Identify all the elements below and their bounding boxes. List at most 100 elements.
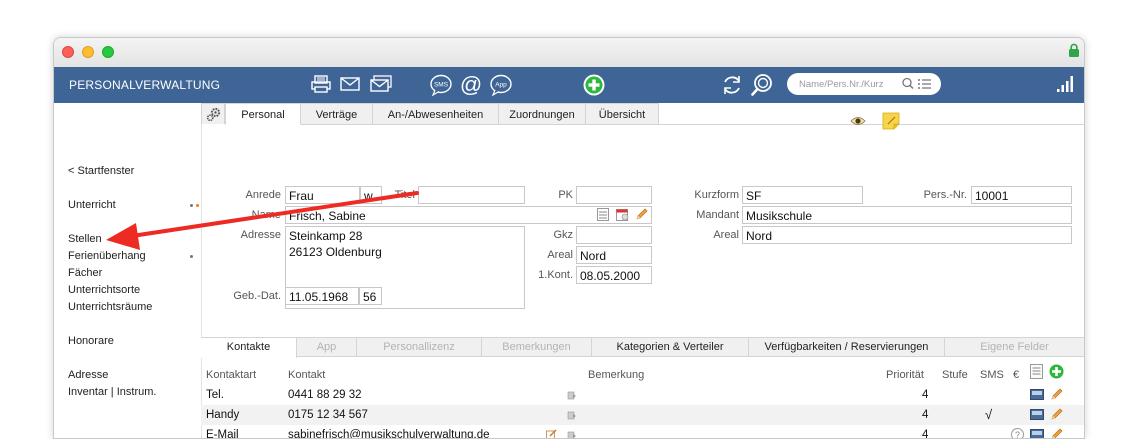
pencil-icon[interactable]	[1050, 427, 1064, 439]
add-contact-icon[interactable]	[1049, 364, 1064, 379]
kontakt-cell: 0175 12 34 567	[288, 409, 368, 421]
sidebar: < Startfenster Unterricht Stellen Ferien…	[54, 103, 202, 439]
sidebar-item-inventar[interactable]: Inventar | Instrum.	[68, 386, 156, 398]
table-row[interactable]: Tel. 0441 88 29 32 4	[201, 385, 1084, 405]
kontakt-datum-label: 1.Kont.	[526, 269, 573, 281]
sidebar-item-stellen[interactable]: Stellen	[68, 233, 102, 245]
list-icon	[918, 79, 931, 89]
list-icon[interactable]	[1030, 364, 1043, 379]
sms-icon[interactable]: SMS	[429, 73, 453, 97]
gear-icon[interactable]	[206, 107, 221, 122]
geburtsdatum-field[interactable]: 11.05.1968	[285, 287, 359, 305]
geschlecht-field[interactable]: w	[360, 186, 382, 204]
kurzform-field[interactable]: SF	[742, 186, 863, 204]
magnifier-icon[interactable]	[750, 73, 774, 97]
sidebar-item-unterricht[interactable]: Unterricht	[68, 199, 116, 211]
add-icon[interactable]	[582, 73, 606, 97]
card-icon[interactable]	[1030, 409, 1044, 420]
main-toolbar: PERSONALVERWALTUNG SMS @ App	[54, 67, 1084, 103]
kontakt-cell: 0441 88 29 32	[288, 389, 362, 401]
tab-zuordnungen[interactable]: Zuordnungen	[499, 103, 586, 125]
at-icon[interactable]: @	[459, 73, 483, 97]
anrede-field[interactable]: Frau	[285, 186, 360, 204]
title-bar	[54, 38, 1084, 68]
copy-icon[interactable]	[567, 390, 577, 400]
app-icon[interactable]: App	[489, 73, 513, 97]
sidebar-dot	[190, 204, 193, 207]
pk-field[interactable]	[576, 186, 652, 204]
list-icon[interactable]	[597, 208, 609, 221]
search-icon[interactable]	[901, 76, 935, 92]
card-icon[interactable]	[1030, 389, 1044, 400]
main-panel: Personal Verträge An-/Abwesenheiten Zuor…	[201, 103, 1084, 439]
minimize-window-button[interactable]	[82, 46, 94, 58]
alter-field[interactable]: 56	[359, 287, 382, 305]
copy-icon[interactable]	[567, 430, 577, 439]
sidebar-item-ferienueberhang[interactable]: Ferienüberhang	[68, 250, 146, 262]
settings-tab[interactable]	[201, 103, 225, 124]
kontaktart-cell: E-Mail	[206, 429, 239, 439]
areal-field[interactable]: Nord	[576, 246, 652, 264]
col-bemerkung: Bemerkung	[588, 369, 644, 381]
app-title: PERSONALVERWALTUNG	[69, 78, 220, 92]
svg-text:@: @	[460, 73, 482, 97]
eye-icon[interactable]	[850, 115, 866, 127]
sidebar-item-honorare[interactable]: Honorare	[68, 335, 114, 347]
sidebar-item-startfenster[interactable]: < Startfenster	[68, 165, 134, 177]
kontakt-datum-field[interactable]: 08.05.2000	[576, 266, 652, 284]
areal2-field[interactable]: Nord	[742, 226, 1072, 244]
sidebar-item-unterrichtsraeume[interactable]: Unterrichtsräume	[68, 301, 152, 313]
close-window-button[interactable]	[62, 46, 74, 58]
tab-vertraege[interactable]: Verträge	[301, 103, 373, 125]
sidebar-item-unterrichtsorte[interactable]: Unterrichtsorte	[68, 284, 140, 296]
kurzform-label: Kurzform	[681, 189, 739, 201]
sidebar-item-adresse[interactable]: Adresse	[68, 369, 108, 381]
sidebar-item-faecher[interactable]: Fächer	[68, 267, 102, 279]
tab-uebersicht[interactable]: Übersicht	[586, 103, 659, 125]
envelope-icon[interactable]	[339, 73, 361, 95]
persnr-field[interactable]: 10001	[971, 186, 1072, 204]
tab-personallizenz[interactable]: Personallizenz	[357, 338, 482, 357]
pencil-icon[interactable]	[1050, 387, 1064, 401]
name-label: Name	[231, 209, 281, 221]
svg-text:App: App	[495, 82, 507, 89]
tab-eigene-felder[interactable]: Eigene Felder	[945, 338, 1084, 357]
col-stufe: Stufe	[942, 369, 968, 381]
sidebar-dot	[190, 255, 193, 258]
refresh-icon[interactable]	[720, 73, 744, 97]
sticky-note-icon[interactable]	[882, 112, 900, 130]
search-input[interactable]	[799, 76, 899, 92]
help-icon[interactable]: ?	[1011, 428, 1024, 439]
calendar-icon[interactable]	[616, 208, 629, 221]
table-row[interactable]: Handy 0175 12 34 567 4 √	[201, 405, 1084, 425]
svg-text:?: ?	[1015, 430, 1020, 439]
titel-label: Titel	[387, 189, 415, 201]
pencil-icon[interactable]	[1050, 407, 1064, 421]
col-euro: €	[1013, 369, 1019, 381]
tab-kontakte[interactable]: Kontakte	[201, 338, 297, 358]
table-row[interactable]: E-Mail sabinefrisch@musikschulverwaltung…	[201, 425, 1084, 439]
persnr-label: Pers.-Nr.	[901, 189, 967, 201]
mandant-field[interactable]: Musikschule	[742, 206, 1072, 224]
tab-kategorien[interactable]: Kategorien & Verteiler	[592, 338, 749, 357]
gkz-field[interactable]	[576, 226, 652, 244]
search-box[interactable]	[787, 73, 941, 95]
titel-field[interactable]	[418, 186, 525, 204]
kontaktart-cell: Handy	[206, 409, 239, 421]
copy-icon[interactable]	[567, 410, 577, 420]
mandant-label: Mandant	[681, 209, 739, 221]
tab-abwesenheiten[interactable]: An-/Abwesenheiten	[373, 103, 499, 125]
tab-personal[interactable]: Personal	[225, 103, 301, 125]
zoom-window-button[interactable]	[102, 46, 114, 58]
envelopes-icon[interactable]	[369, 73, 393, 95]
tab-app[interactable]: App	[297, 338, 357, 357]
tab-bemerkungen[interactable]: Bemerkungen	[482, 338, 592, 357]
printer-icon[interactable]	[310, 73, 332, 95]
compose-mail-icon[interactable]	[546, 429, 557, 439]
card-icon[interactable]	[1030, 429, 1044, 439]
sms-check-cell[interactable]: √	[985, 407, 992, 422]
tab-verfuegbarkeiten[interactable]: Verfügbarkeiten / Reservierungen	[749, 338, 945, 357]
pencil-icon[interactable]	[635, 207, 649, 221]
kontaktart-cell: Tel.	[206, 389, 224, 401]
sidebar-dot-orange	[196, 204, 199, 207]
